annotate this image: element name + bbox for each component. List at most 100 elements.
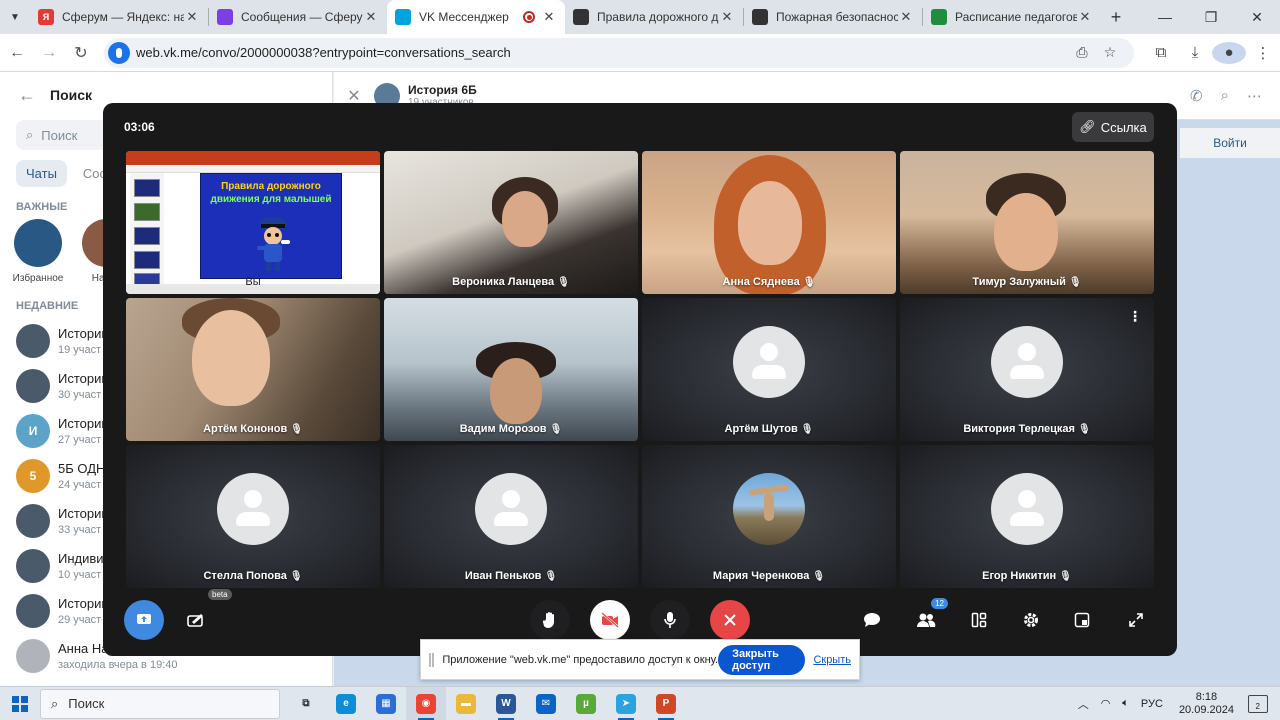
tray-chevron-icon[interactable]: ︿ — [1072, 696, 1095, 712]
taskbar-app-telegram[interactable]: ➤ — [606, 687, 646, 720]
participant-tile[interactable]: Артём Кононов 🎙︎ — [126, 298, 380, 441]
volume-icon[interactable]: 🔈︎ — [1116, 697, 1135, 710]
taskbar-search[interactable]: ⌕ Поиск — [40, 688, 280, 719]
effects-button[interactable] — [177, 600, 217, 640]
phone-icon[interactable]: ✆ — [1190, 87, 1203, 105]
user-placeholder-icon — [991, 473, 1063, 546]
taskbar-app-edge[interactable]: e — [326, 687, 366, 720]
taskbar-app-explorer[interactable]: ▬ — [446, 687, 486, 720]
back-button[interactable]: ← — [2, 38, 32, 68]
participant-name-row: Анна Сяднева 🎙︎ — [642, 276, 896, 288]
notifications-icon[interactable]: 2 — [1248, 694, 1268, 713]
browser-tab[interactable]: Пожарная безопасность ✕ — [744, 0, 922, 34]
download-icon[interactable]: ⤓ — [1178, 44, 1212, 61]
participant-tile[interactable]: Стелла Попова 🎙︎ — [126, 445, 380, 588]
fullscreen-button[interactable] — [1116, 600, 1156, 640]
chrome-icon: ◉ — [416, 693, 436, 714]
taskbar-app-utorrent[interactable]: µ — [566, 687, 606, 720]
taskbar-app-store[interactable]: ▦ — [366, 687, 406, 720]
browser-tab[interactable]: Я Сферум — Яндекс: нашлось✕ — [30, 0, 208, 34]
browser-tab[interactable]: VK Мессенджер ✕ — [387, 0, 565, 34]
microphone-icon — [664, 612, 676, 628]
close-tab-icon[interactable]: ✕ — [1077, 9, 1093, 25]
task-view-icon: ⧉ — [302, 698, 310, 709]
pip-button[interactable] — [1062, 600, 1102, 640]
favorite-item[interactable]: Избранное — [10, 219, 66, 284]
taskbar-app-task-view[interactable]: ⧉ — [286, 687, 326, 720]
extensions-icon[interactable]: ⧉ — [1144, 44, 1178, 61]
mic-permission-icon[interactable] — [108, 41, 130, 64]
tile-menu-icon[interactable]: ⋮ — [1128, 308, 1142, 325]
participant-tile[interactable]: Анна Сяднева 🎙︎ — [642, 151, 896, 294]
forward-button[interactable]: → — [34, 38, 64, 68]
maximize-button[interactable]: ❐ — [1188, 0, 1234, 34]
more-icon[interactable]: ⋯ — [1247, 87, 1262, 105]
url-text[interactable]: web.vk.me/convo/2000000038?entrypoint=co… — [136, 45, 1068, 60]
avatar — [16, 503, 50, 538]
stop-sharing-button[interactable]: Закрыть доступ — [718, 644, 806, 675]
participant-tile[interactable]: Тимур Залужный 🎙︎ — [900, 151, 1154, 294]
clock-date: 20.09.2024 — [1178, 703, 1234, 716]
taskbar-app-chrome[interactable]: ◉ — [406, 686, 446, 720]
start-button[interactable] — [0, 687, 40, 720]
minimize-button[interactable]: — — [1142, 0, 1188, 34]
bookmark-star-icon[interactable]: ☆ — [1096, 44, 1124, 61]
close-tab-icon[interactable]: ✕ — [541, 9, 557, 25]
join-call-button[interactable]: Войти — [1180, 128, 1280, 158]
user-placeholder-icon — [991, 326, 1063, 399]
effects-icon — [187, 614, 203, 627]
participant-tile[interactable]: Иван Пеньков 🎙︎ — [384, 445, 638, 588]
tab-search-button[interactable]: ▼ — [0, 0, 30, 34]
mic-off-icon: 🎙︎ — [549, 424, 563, 435]
taskbar-app-word[interactable]: W — [486, 687, 526, 720]
participant-tile[interactable]: Егор Никитин 🎙︎ — [900, 445, 1154, 588]
taskbar-clock[interactable]: 8:18 20.09.2024 — [1169, 691, 1244, 717]
share-screen-button[interactable] — [124, 600, 164, 640]
close-tab-icon[interactable]: ✕ — [184, 9, 200, 25]
layout-button[interactable] — [959, 600, 999, 640]
participant-tile[interactable]: Вероника Ланцева 🎙︎ — [384, 151, 638, 294]
close-window-button[interactable]: ✕ — [1234, 0, 1280, 34]
raise-hand-button[interactable] — [530, 600, 570, 640]
camera-off-button[interactable] — [590, 600, 630, 640]
browser-tab[interactable]: Расписание педагогов+3✕ — [923, 0, 1101, 34]
chat-button[interactable] — [852, 600, 892, 640]
close-tab-icon[interactable]: ✕ — [363, 9, 379, 25]
participant-name: Артём Кононов — [203, 423, 288, 435]
screen-share-tile[interactable]: Правила дорожного движения для малышей В… — [126, 151, 380, 294]
chat-name: Истории — [58, 505, 109, 521]
participant-tile[interactable]: Артём Шутов 🎙︎ — [642, 298, 896, 441]
close-tab-icon[interactable]: ✕ — [719, 9, 735, 25]
end-call-button[interactable] — [710, 600, 750, 640]
settings-button[interactable] — [1011, 600, 1051, 640]
browser-tab[interactable]: Правила дорожного движения✕ — [565, 0, 743, 34]
install-app-icon[interactable]: ⎙ — [1068, 44, 1096, 61]
wifi-icon[interactable]: ◠ — [1095, 697, 1117, 710]
search-icon[interactable]: ⌕ — [1221, 87, 1229, 105]
copy-link-button[interactable]: 🔗︎ Ссылка — [1072, 112, 1154, 142]
participants-button[interactable]: 12 — [906, 598, 948, 640]
taskbar-app-powerpoint[interactable]: P — [646, 687, 686, 720]
omnibox[interactable]: web.vk.me/convo/2000000038?entrypoint=co… — [104, 37, 1134, 68]
close-tab-icon[interactable]: ✕ — [898, 9, 914, 25]
reload-button[interactable]: ↻ — [66, 38, 96, 68]
menu-icon[interactable]: ⋮ — [1246, 44, 1280, 62]
drag-handle-icon[interactable] — [429, 652, 435, 667]
participant-tile[interactable]: Мария Черенкова 🎙︎ — [642, 445, 896, 588]
participant-name: Вадим Морозов — [459, 423, 547, 435]
participant-name-row: Вероника Ланцева 🎙︎ — [384, 276, 638, 288]
hide-notification-link[interactable]: Скрыть — [813, 654, 851, 666]
chat-subtitle: 10 участ — [58, 568, 102, 581]
browser-tab[interactable]: Сообщения — Сферум ✕ — [209, 0, 387, 34]
back-arrow-icon[interactable]: ← — [18, 85, 36, 106]
address-bar-row: ← → ↻ web.vk.me/convo/2000000038?entrypo… — [0, 34, 1280, 72]
tab-chats[interactable]: Чаты — [16, 160, 67, 187]
taskbar-app-mail[interactable]: ✉ — [526, 687, 566, 720]
profile-icon[interactable]: ● — [1212, 41, 1246, 64]
new-tab-button[interactable]: + — [1101, 0, 1131, 34]
participant-tile[interactable]: Вадим Морозов 🎙︎ — [384, 298, 638, 441]
microphone-button[interactable] — [650, 600, 690, 640]
language-indicator[interactable]: РУС — [1135, 698, 1169, 710]
participant-tile[interactable]: ⋮ Виктория Терлецкая 🎙︎ — [900, 298, 1154, 441]
participants-count-badge: 12 — [931, 598, 948, 609]
